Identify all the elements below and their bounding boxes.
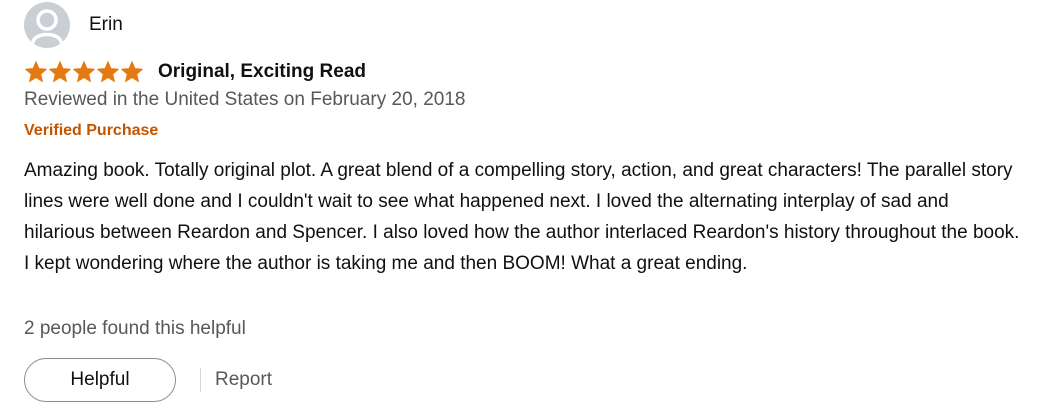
review-date: Reviewed in the United States on Februar…	[24, 89, 466, 110]
review-title[interactable]: Original, Exciting Read	[158, 61, 366, 83]
star-rating[interactable]	[24, 60, 144, 84]
report-link[interactable]: Report	[215, 369, 272, 391]
star-icon	[49, 61, 71, 82]
review-body: Amazing book. Totally original plot. A g…	[24, 160, 1020, 274]
star-icon	[97, 61, 119, 82]
review-actions: Helpful Report	[24, 356, 272, 404]
avatar[interactable]	[24, 2, 70, 48]
star-icon	[121, 61, 143, 82]
review-title-row: Original, Exciting Read	[24, 58, 366, 86]
helpful-button[interactable]: Helpful	[24, 358, 176, 402]
helpful-count: 2 people found this helpful	[24, 318, 246, 339]
star-icon	[73, 61, 95, 82]
verified-purchase-badge: Verified Purchase	[24, 122, 159, 139]
reviewer-name[interactable]: Erin	[89, 14, 123, 36]
reviewer-profile[interactable]: Erin	[24, 2, 123, 48]
default-user-icon	[31, 9, 63, 44]
action-divider	[200, 368, 201, 392]
star-icon	[25, 61, 47, 82]
